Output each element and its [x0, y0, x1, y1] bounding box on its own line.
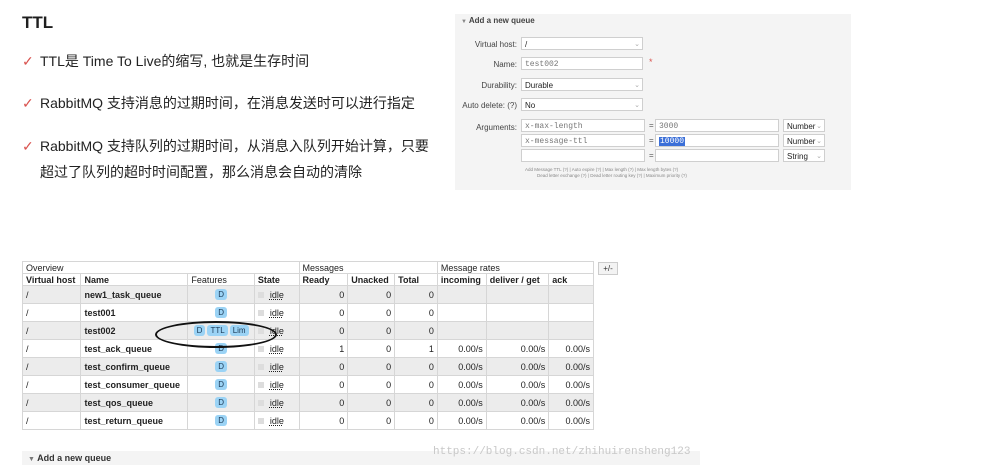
feature-badge-durable: D [215, 361, 228, 372]
col-incoming[interactable]: incoming [436, 273, 487, 286]
virtual-host-label: Virtual host: [474, 40, 517, 49]
add-queue-form: ▼ Add a new queue Virtual host: / ⌄ Name:… [455, 14, 851, 190]
required-marker: * [649, 57, 653, 67]
feature-badge-durable: D [215, 307, 228, 318]
arguments-help-line-2[interactable]: Dead letter exchange (?) | Dead letter r… [537, 173, 687, 179]
argument-value-input[interactable]: 3000 [655, 119, 779, 132]
state-indicator [257, 418, 264, 425]
state-indicator [257, 382, 264, 389]
check-icon: ✓ [22, 138, 34, 154]
dropdown-caret-icon: ⌄ [816, 123, 822, 130]
table-row: / test_consumer_queue D idle 0 0 0 0.00/… [21, 375, 594, 394]
argument-value-input[interactable]: 10000 [655, 134, 779, 147]
argument-key-input[interactable]: x-max-length [521, 119, 645, 132]
table-row: / test_ack_queue D idle 1 0 1 0.00/s 0.0… [21, 339, 594, 358]
state-indicator [257, 400, 264, 407]
durability-label: Durability: [481, 81, 517, 90]
table-row: / test_confirm_queue D idle 0 0 0 0.00/s… [21, 357, 594, 376]
col-ack[interactable]: ack [548, 273, 594, 286]
auto-delete-label: Auto delete: (?) [462, 101, 517, 110]
annotation-ellipse [155, 321, 277, 348]
slide-title: TTL [22, 13, 54, 32]
queue-name-link[interactable]: test_confirm_queue [80, 357, 189, 376]
table-row: / new1_task_queue D idle 0 0 0 [21, 285, 594, 304]
equals-sign: = [649, 136, 654, 145]
argument-type-select[interactable]: Number ⌄ [783, 134, 825, 147]
queue-name-link[interactable]: new1_task_queue [80, 285, 189, 304]
queue-name-link[interactable]: test_return_queue [80, 411, 189, 430]
argument-key-input[interactable] [521, 149, 645, 162]
queue-name-input[interactable]: test002 [521, 57, 643, 70]
queue-name-link[interactable]: test001 [80, 303, 189, 322]
dropdown-caret-icon: ⌄ [634, 102, 640, 109]
name-label: Name: [493, 60, 517, 69]
state-indicator [257, 310, 264, 317]
dropdown-caret-icon: ⌄ [634, 41, 640, 48]
table-row: / test001 D idle 0 0 0 [21, 303, 594, 322]
group-header-rates: Message rates [436, 261, 595, 274]
queue-name-link[interactable]: test_qos_queue [80, 393, 189, 412]
feature-badge-durable: D [215, 289, 228, 300]
table-row: / test002 D TTL Lim idle 0 0 0 [21, 321, 594, 340]
bullet-3: ✓ RabbitMQ 支持队列的过期时间，从消息入队列开始计算，只要 [22, 133, 429, 159]
group-header-messages: Messages [298, 261, 438, 274]
argument-value-input[interactable] [655, 149, 779, 162]
col-ready[interactable]: Ready [298, 273, 349, 286]
durability-select[interactable]: Durable ⌄ [521, 78, 643, 91]
argument-type-select[interactable]: Number ⌄ [783, 119, 825, 132]
auto-delete-select[interactable]: No ⌄ [521, 98, 643, 111]
feature-badge-durable: D [215, 379, 228, 390]
argument-key-input[interactable]: x-message-ttl [521, 134, 645, 147]
col-virtual-host[interactable]: Virtual host [21, 273, 82, 286]
expand-arrow-icon: ▼ [28, 456, 35, 463]
queues-table: Overview Messages Message rates Virtual … [21, 261, 595, 430]
equals-sign: = [649, 151, 654, 160]
state-indicator [257, 292, 264, 299]
argument-type-select[interactable]: String ⌄ [783, 149, 825, 162]
bullet-1: ✓ TTL是 Time To Live的缩写, 也就是生存时间 [22, 48, 309, 74]
check-icon: ✓ [22, 95, 34, 111]
queue-name-link[interactable]: test_consumer_queue [80, 375, 189, 394]
bullet-2: ✓ RabbitMQ 支持消息的过期时间，在消息发送时可以进行指定 [22, 90, 415, 116]
equals-sign: = [649, 121, 654, 130]
col-features: Features [187, 273, 255, 286]
col-name[interactable]: Name [80, 273, 189, 286]
col-total[interactable]: Total [394, 273, 438, 286]
state-indicator [257, 364, 264, 371]
form-heading[interactable]: ▼ Add a new queue [461, 16, 535, 25]
feature-badge-durable: D [215, 415, 228, 426]
state-indicator [257, 346, 264, 353]
bullet-3-continued: 超过了队列的超时时间配置，那么消息会自动的清除 [40, 164, 362, 180]
table-row: / test_return_queue D idle 0 0 0 0.00/s … [21, 411, 594, 430]
dropdown-caret-icon: ⌄ [816, 138, 822, 145]
group-header-overview: Overview [22, 261, 300, 274]
col-unacked[interactable]: Unacked [347, 273, 396, 286]
dropdown-caret-icon: ⌄ [816, 153, 822, 160]
feature-badge-durable: D [215, 397, 228, 408]
arguments-label: Arguments: [476, 123, 517, 132]
columns-toggle-button[interactable]: +/- [598, 262, 618, 275]
watermark-text: https://blog.csdn.net/zhihuirensheng123 [433, 446, 691, 458]
dropdown-caret-icon: ⌄ [634, 82, 640, 89]
col-state[interactable]: State [253, 273, 300, 286]
col-deliver-get[interactable]: deliver / get [485, 273, 550, 286]
collapse-arrow-icon: ▼ [461, 19, 467, 25]
check-icon: ✓ [22, 53, 34, 69]
virtual-host-select[interactable]: / ⌄ [521, 37, 643, 50]
table-row: / test_qos_queue D idle 0 0 0 0.00/s 0.0… [21, 393, 594, 412]
